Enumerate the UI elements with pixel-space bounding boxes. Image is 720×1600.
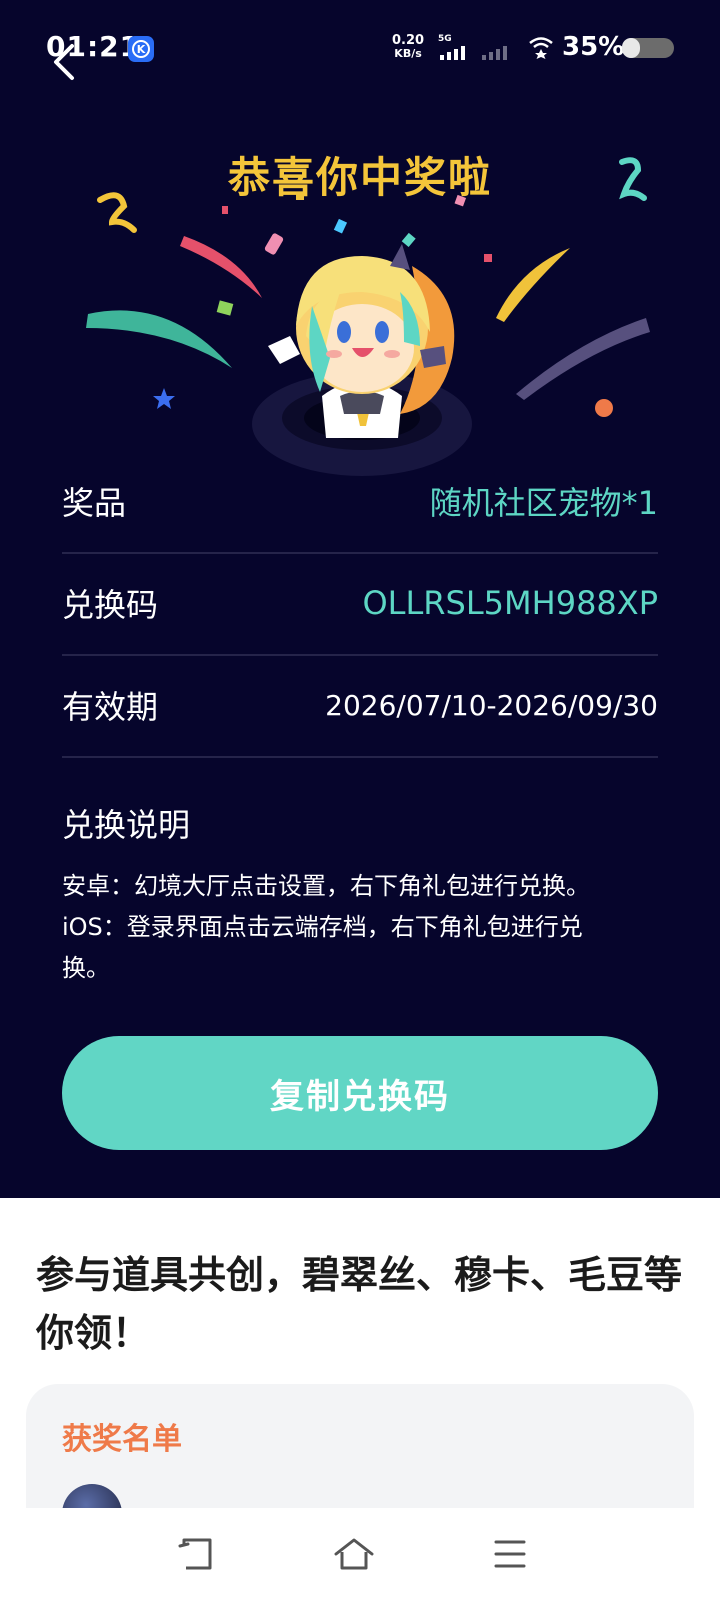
prize-panel: 01:21 K 0.20 KB/s 5G 35% 恭喜你中奖啦 奖品 随机社区宠…: [0, 0, 720, 1198]
wifi-icon: [529, 37, 553, 59]
redeem-code-label: 兑换码: [62, 586, 159, 624]
back-nav-icon[interactable]: [176, 1532, 220, 1576]
instructions-line-ios-cont: 换。: [62, 954, 110, 982]
copy-code-button[interactable]: 复制兑换码: [62, 1036, 658, 1150]
prize-row: 奖品 随机社区宠物*1: [62, 450, 658, 554]
back-arrow-icon[interactable]: [48, 40, 82, 84]
validity-row: 有效期 2026/07/10-2026/09/30: [62, 654, 658, 758]
instructions-text: 安卓：幻境大厅点击设置，右下角礼包进行兑换。 iOS：登录界面点击云端存档，右下…: [62, 866, 662, 989]
network-speed-value: 0.20: [392, 33, 425, 48]
prize-value: 随机社区宠物*1: [429, 484, 658, 522]
network-type: 5G: [438, 34, 452, 44]
app-k-icon: K: [128, 36, 154, 62]
battery-fill: [622, 38, 641, 58]
battery-percent: 35%: [562, 32, 625, 62]
redeem-code-value[interactable]: OLLRSL5MH988XP: [362, 584, 658, 622]
battery-icon: [622, 38, 674, 58]
instructions-title: 兑换说明: [62, 806, 191, 844]
redeem-code-row: 兑换码 OLLRSL5MH988XP: [62, 552, 658, 656]
network-speed-unit: KB/s: [394, 47, 422, 60]
status-bar: 01:21 K 0.20 KB/s 5G 35%: [0, 0, 720, 96]
system-nav-bar: [0, 1508, 720, 1600]
signal-weak-icon: [482, 44, 507, 60]
prize-label: 奖品: [62, 484, 127, 522]
menu-icon[interactable]: [488, 1532, 532, 1576]
validity-label: 有效期: [62, 688, 159, 726]
winners-title: 获奖名单: [62, 1422, 182, 1457]
validity-value: 2026/07/10-2026/09/30: [325, 688, 658, 722]
instructions-line-android: 安卓：幻境大厅点击设置，右下角礼包进行兑换。: [62, 872, 590, 900]
hero-section: 恭喜你中奖啦: [0, 96, 720, 496]
home-icon[interactable]: [332, 1532, 376, 1576]
signal-icon: [440, 44, 465, 60]
network-speed: 0.20 KB/s: [392, 34, 424, 60]
celebration-illustration: [86, 157, 650, 476]
promo-title: 参与道具共创，碧翠丝、穆卡、毛豆等你领！: [36, 1253, 683, 1355]
instructions-line-ios: iOS：登录界面点击云端存档，右下角礼包进行兑: [62, 913, 583, 941]
